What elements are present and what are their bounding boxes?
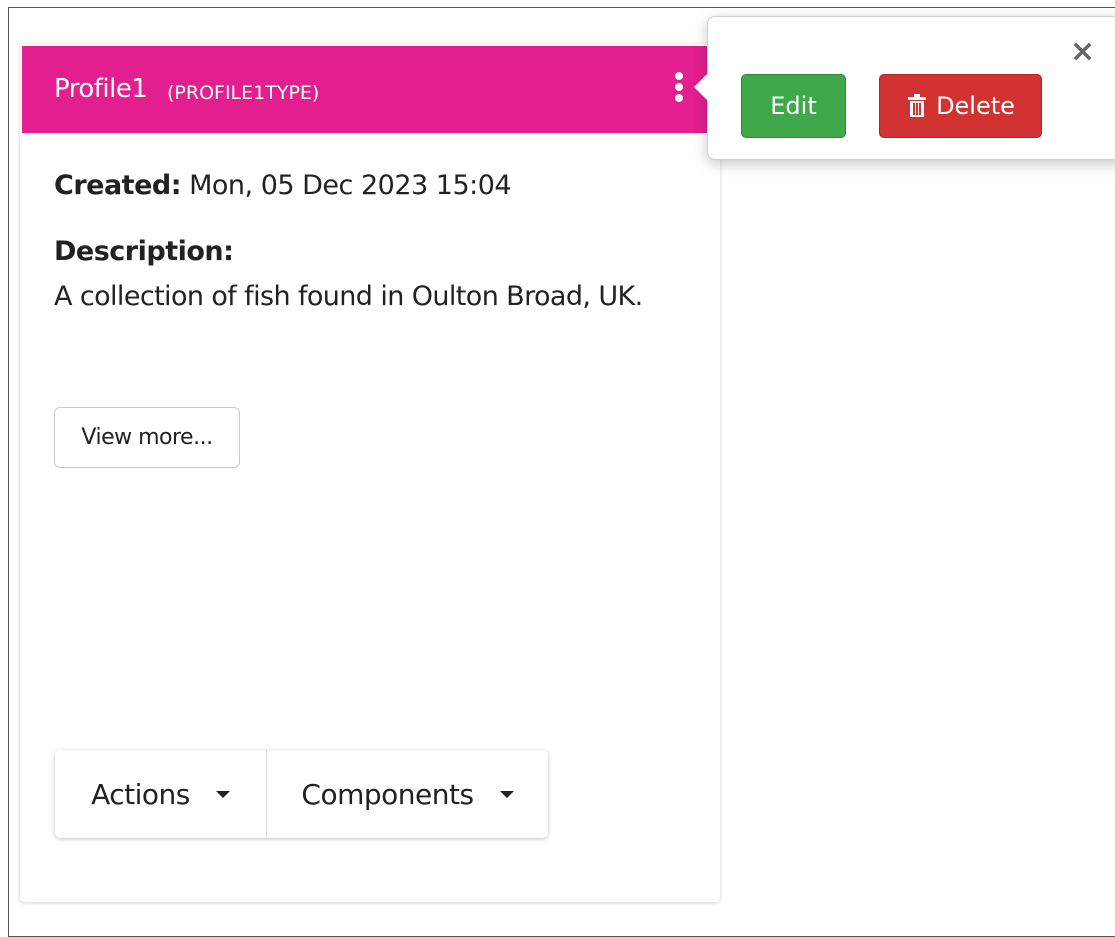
- delete-button[interactable]: Delete: [879, 74, 1042, 138]
- actions-label: Actions: [91, 777, 190, 811]
- profile-title: Profile1: [54, 74, 148, 104]
- components-label: Components: [301, 777, 474, 811]
- description-label: Description:: [54, 236, 234, 267]
- caret-down-icon: [499, 790, 514, 798]
- close-icon[interactable]: ×: [1070, 37, 1095, 67]
- card-button-group: Actions Components: [55, 750, 548, 838]
- components-dropdown-button[interactable]: Components: [267, 750, 548, 838]
- profile-type: (PROFILE1TYPE): [167, 82, 320, 104]
- more-options-icon[interactable]: [672, 72, 686, 108]
- description-text: A collection of fish found in Oulton Bro…: [54, 281, 643, 312]
- popover-arrow: [694, 73, 708, 101]
- card-header: Profile1 (PROFILE1TYPE): [22, 46, 718, 133]
- view-more-button[interactable]: View more...: [54, 407, 240, 468]
- caret-down-icon: [215, 790, 230, 798]
- edit-button[interactable]: Edit: [741, 74, 846, 138]
- created-label: Created:: [54, 170, 182, 201]
- options-popover: × Edit Delete: [694, 16, 1115, 160]
- actions-dropdown-button[interactable]: Actions: [55, 750, 267, 838]
- delete-label: Delete: [936, 92, 1015, 120]
- created-value: Mon, 05 Dec 2023 15:04: [189, 170, 512, 201]
- profile-card: Profile1 (PROFILE1TYPE) Created: Mon, 05…: [20, 44, 720, 902]
- trash-icon: [908, 94, 927, 117]
- created-line: Created: Mon, 05 Dec 2023 15:04: [54, 170, 512, 201]
